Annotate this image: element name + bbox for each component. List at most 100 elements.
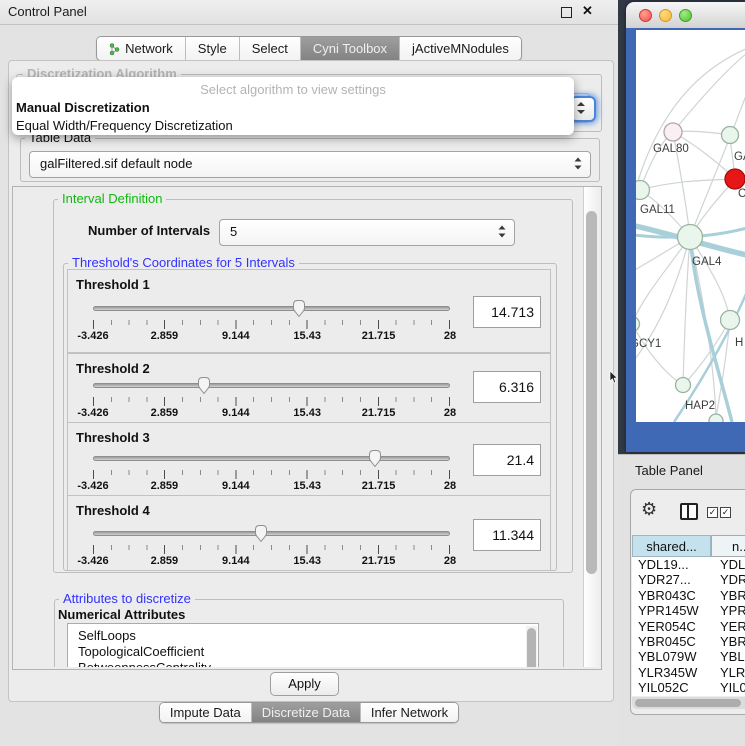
network-canvas[interactable]: GAL80GACGAL11GAL4GCY1HHAP2: [636, 30, 745, 422]
checkbox-icon[interactable]: ✓: [720, 507, 731, 518]
scrollbar-thumb[interactable]: [586, 211, 597, 574]
table-cell: YBR043C: [638, 588, 696, 603]
threshold-label: Threshold 1: [76, 277, 150, 292]
number-of-intervals-combobox[interactable]: 5: [219, 219, 515, 246]
table-data-combobox[interactable]: galFiltered.sif default node: [29, 151, 591, 178]
close-icon[interactable]: ✕: [582, 3, 593, 19]
traffic-light-zoom-icon[interactable]: [679, 9, 692, 22]
network-node-h[interactable]: [721, 311, 740, 330]
network-node-hap2[interactable]: [676, 378, 691, 393]
number-of-intervals-value: 5: [230, 224, 237, 239]
table-cell: YBR0: [720, 634, 745, 649]
apply-button[interactable]: Apply: [270, 672, 339, 696]
network-node-gal4[interactable]: [678, 225, 703, 250]
tab-discretize-data[interactable]: Discretize Data: [251, 703, 360, 722]
tick-label: -3.426: [77, 330, 108, 342]
table-row[interactable]: YIL052C YIL0: [632, 680, 745, 695]
tab-network[interactable]: Network: [97, 37, 185, 60]
table-row[interactable]: YLR345WYLR3: [632, 665, 745, 680]
tick-label: 28: [444, 480, 456, 492]
threshold-slider[interactable]: -3.4262.8599.14415.4321.71528: [93, 449, 450, 495]
column-header-name[interactable]: n...: [711, 535, 745, 557]
gear-icon[interactable]: ⚙: [641, 500, 657, 518]
table-data-combobox-value: galFiltered.sif default node: [40, 156, 192, 171]
table-row[interactable]: YBL079WYBL0: [632, 649, 745, 664]
table-row[interactable]: YER054CYER0: [632, 619, 745, 634]
table-cell: YDR2: [720, 572, 745, 587]
tab-impute-data[interactable]: Impute Data: [160, 703, 251, 722]
tick-label: 9.144: [222, 407, 250, 419]
threshold-slider[interactable]: -3.4262.8599.14415.4321.71528: [93, 299, 450, 345]
float-window-icon[interactable]: [561, 7, 572, 18]
list-scrollbar[interactable]: [526, 626, 537, 667]
tab-select[interactable]: Select: [239, 37, 300, 60]
tab-infer-network[interactable]: Infer Network: [360, 703, 458, 722]
table-row[interactable]: YBR045CYBR0: [632, 634, 745, 649]
network-node[interactable]: [709, 414, 723, 422]
threshold-label: Threshold 3: [76, 430, 150, 445]
tab-label: Cyni Toolbox: [313, 41, 387, 56]
table-cell: YIL0: [720, 680, 745, 695]
tab-jactivemnodules[interactable]: jActiveMNodules: [399, 37, 521, 60]
vertical-scrollbar[interactable]: [584, 187, 600, 667]
network-svg: GAL80GACGAL11GAL4GCY1HHAP2: [636, 30, 745, 422]
checkbox-icon[interactable]: ✓: [707, 507, 718, 518]
table-row[interactable]: YBR043C YBR0: [632, 588, 745, 603]
traffic-light-close-icon[interactable]: [639, 9, 652, 22]
table-cell: YIL052C: [638, 680, 689, 695]
tab-cyni-toolbox[interactable]: Cyni Toolbox: [300, 37, 399, 60]
column-header-shared-name[interactable]: shared...: [632, 535, 711, 557]
table-cell: YER0: [720, 619, 745, 634]
tick-label: 2.859: [151, 330, 179, 342]
table-row[interactable]: YPR145WYPR1: [632, 603, 745, 618]
table-cell: YBR0: [720, 588, 745, 603]
threshold-slider[interactable]: -3.4262.8599.14415.4321.71528: [93, 376, 450, 422]
popup-item-manual-discretization[interactable]: Manual Discretization: [12, 99, 574, 117]
tab-style[interactable]: Style: [185, 37, 239, 60]
threshold-slider[interactable]: -3.4262.8599.14415.4321.71528: [93, 524, 450, 570]
thresholds-group-title: Threshold's Coordinates for 5 Intervals: [68, 255, 299, 270]
tick-label: 9.144: [222, 480, 250, 492]
network-icon: [109, 42, 120, 56]
network-window-backdrop: GAL80GACGAL11GAL4GCY1HHAP2: [618, 0, 745, 454]
network-view-border: GAL80GACGAL11GAL4GCY1HHAP2: [626, 28, 745, 452]
table-row[interactable]: YDL19...YDL1: [632, 557, 745, 572]
settings-scroll-panel: Interval Definition Number of Intervals …: [12, 186, 602, 670]
threshold-panel: Threshold 1 -3.4262.8599.14415.4321.7152…: [67, 269, 551, 353]
slider-track[interactable]: [93, 306, 450, 311]
network-node-ga[interactable]: [722, 127, 739, 144]
list-scrollbar-thumb[interactable]: [527, 628, 536, 667]
network-node-gal80[interactable]: [664, 123, 682, 141]
popup-item-equal-width-frequency-discretization[interactable]: Equal Width/Frequency Discretization: [12, 117, 574, 135]
network-node-gal11[interactable]: [636, 181, 650, 200]
network-node-c[interactable]: [725, 169, 745, 189]
threshold-value-input[interactable]: [473, 296, 541, 328]
table-row[interactable]: YDR27...YDR2: [632, 572, 745, 587]
top-tab-group: Network Style Select Cyni Toolbox jActiveMNo…: [96, 36, 522, 61]
tick-label: 21.715: [362, 555, 396, 567]
interval-definition-title: Interval Definition: [58, 191, 166, 206]
table-rows: YDL19...YDL1YDR27...YDR2YBR043CYBR0YPR14…: [632, 557, 745, 696]
network-node-gcy1[interactable]: [636, 317, 640, 332]
attributes-group-title: Attributes to discretize: [59, 591, 195, 606]
tab-label: Impute Data: [170, 705, 241, 720]
attribute-item-selfloops[interactable]: SelfLoops: [68, 628, 538, 644]
attribute-item-topologicalcoefficient[interactable]: TopologicalCoefficient: [68, 644, 538, 660]
window-titlebar[interactable]: [626, 2, 745, 29]
threshold-value-input[interactable]: [473, 519, 541, 551]
slider-track[interactable]: [93, 383, 450, 388]
slider-track[interactable]: [93, 456, 450, 461]
tick-label: 2.859: [151, 407, 179, 419]
threshold-value-input[interactable]: [473, 371, 541, 403]
top-tab-bar: Network Style Select Cyni Toolbox jActiveMNo…: [0, 36, 618, 61]
tab-label: Style: [198, 41, 227, 56]
slider-track[interactable]: [93, 531, 450, 536]
threshold-value-input[interactable]: [473, 444, 541, 476]
traffic-light-minimize-icon[interactable]: [659, 9, 672, 22]
horizontal-scrollbar-thumb[interactable]: [635, 699, 741, 707]
attribute-item-betweennesscentrality[interactable]: BetweennessCentrality: [68, 660, 538, 667]
horizontal-scrollbar[interactable]: [632, 697, 745, 709]
panel-title: Control Panel: [8, 4, 87, 19]
control-panel: Control Panel ✕ Network Style Select Cyni T…: [0, 0, 618, 745]
split-view-icon[interactable]: [680, 503, 698, 520]
